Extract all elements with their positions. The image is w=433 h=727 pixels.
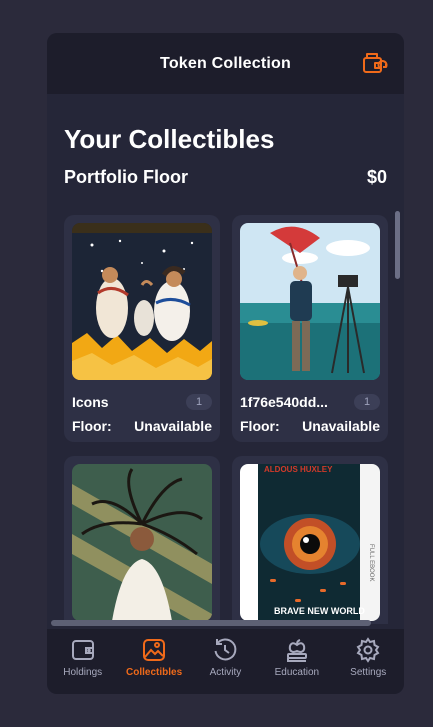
collectible-image bbox=[72, 464, 212, 621]
top-bar: Token Collection bbox=[47, 33, 404, 94]
collectibles-grid[interactable]: Icons 1 Floor: Unavailable 1f76e540dd...… bbox=[47, 208, 404, 624]
collectible-card[interactable]: 1f76e540dd... 1 Floor: Unavailable bbox=[232, 215, 388, 442]
floor-label: Floor: bbox=[240, 418, 280, 434]
image-icon bbox=[143, 639, 166, 661]
collectible-floor: Floor: Unavailable bbox=[240, 418, 380, 434]
collectible-floor: Floor: Unavailable bbox=[72, 418, 212, 434]
horizontal-scrollbar[interactable] bbox=[51, 620, 371, 626]
app-panel: Token Collection Your Collectibles Portf… bbox=[47, 33, 404, 694]
collectible-card[interactable]: Icons 1 Floor: Unavailable bbox=[64, 215, 220, 442]
section-title: Your Collectibles bbox=[64, 124, 275, 154]
collectible-name: 1f76e540dd... bbox=[240, 394, 328, 410]
nav-item-collectibles[interactable]: Collectibles bbox=[119, 629, 190, 678]
portfolio-floor-value: $0 bbox=[366, 167, 387, 187]
nav-item-activity[interactable]: Activity bbox=[190, 629, 261, 678]
vertical-scrollbar[interactable] bbox=[395, 211, 400, 279]
nav-label: Settings bbox=[350, 667, 387, 678]
collectible-count-badge: 1 bbox=[186, 394, 212, 410]
page-title: Token Collection bbox=[160, 54, 291, 72]
nav-label: Education bbox=[274, 667, 320, 678]
bottom-nav: Holdings Collectibles Activity Education… bbox=[47, 629, 404, 694]
collectible-name: Icons bbox=[72, 394, 109, 410]
collectible-image bbox=[240, 223, 380, 380]
book-author: ALDOUS HUXLEY bbox=[264, 465, 333, 474]
nav-label: Activity bbox=[209, 667, 242, 678]
nav-item-holdings[interactable]: Holdings bbox=[47, 629, 118, 678]
portfolio-floor-label: Portfolio Floor bbox=[64, 167, 188, 187]
apple-books-icon bbox=[286, 639, 307, 662]
collectible-card[interactable]: ALDOUS HUXLEY BRAVE NEW WORLD FULL EBOOK bbox=[232, 456, 388, 624]
collectible-count-badge: 1 bbox=[354, 394, 380, 410]
collectible-image bbox=[72, 223, 212, 380]
floor-value: Unavailable bbox=[302, 418, 380, 434]
portfolio-floor-row: Portfolio Floor $0 bbox=[64, 167, 387, 188]
nav-item-settings[interactable]: Settings bbox=[333, 629, 404, 678]
history-icon bbox=[214, 638, 237, 661]
wallet-icon bbox=[71, 640, 94, 660]
floor-value: Unavailable bbox=[134, 418, 212, 434]
nav-label: Holdings bbox=[63, 667, 103, 678]
nav-label: Collectibles bbox=[126, 667, 183, 678]
floor-label: Floor: bbox=[72, 418, 112, 434]
book-title: BRAVE NEW WORLD bbox=[274, 606, 365, 616]
gear-icon bbox=[356, 637, 380, 663]
collectible-card[interactable] bbox=[64, 456, 220, 624]
nav-item-education[interactable]: Education bbox=[261, 629, 332, 678]
wallet-sync-icon[interactable] bbox=[362, 51, 388, 77]
book-spine-text: FULL EBOOK bbox=[368, 544, 374, 581]
collectible-image: ALDOUS HUXLEY BRAVE NEW WORLD FULL EBOOK bbox=[240, 464, 380, 621]
